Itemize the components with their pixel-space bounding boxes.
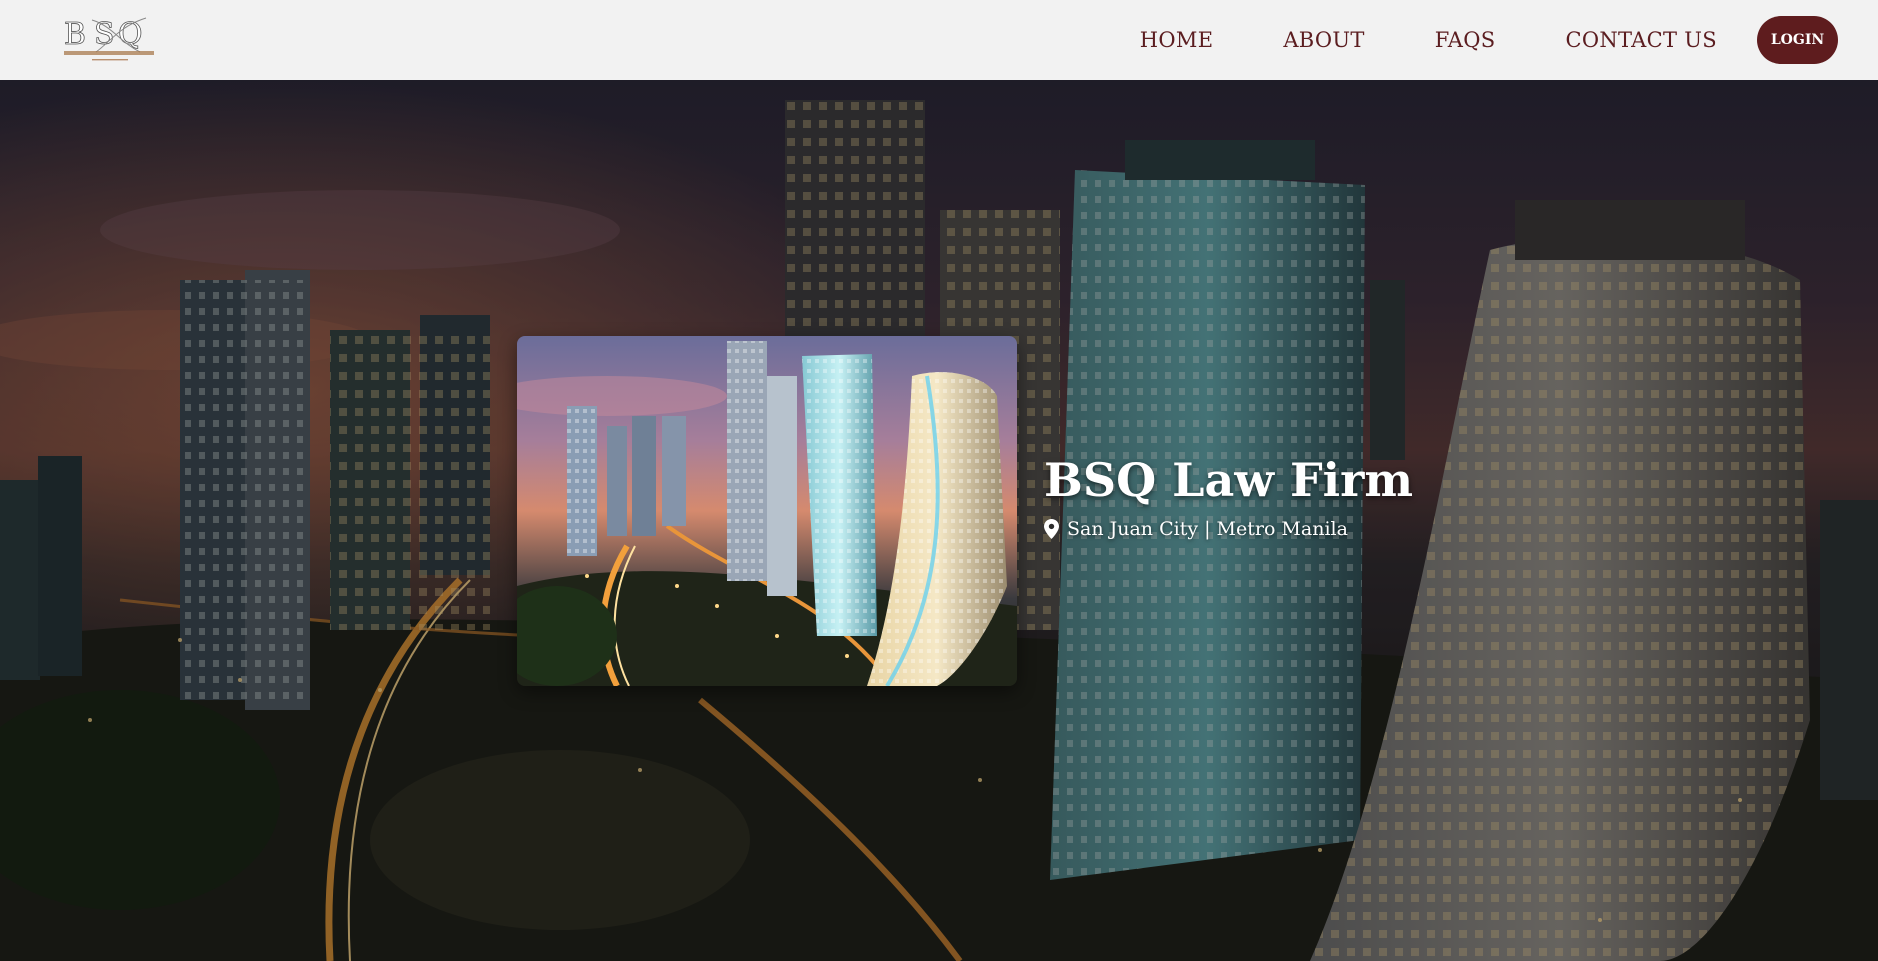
nav-faqs-link[interactable]: FAQS xyxy=(1435,28,1496,52)
firm-title: BSQ Law Firm xyxy=(1044,453,1413,507)
main-nav: HOME ABOUT FAQS CONTACT US LOGIN xyxy=(1140,0,1838,80)
hero-section: BSQ Law Firm San Juan City | Metro Manil… xyxy=(0,80,1878,961)
city-towers-photo xyxy=(517,336,1017,686)
location-text: San Juan City | Metro Manila xyxy=(1067,517,1348,540)
nav-home-link[interactable]: HOME xyxy=(1140,28,1214,52)
navbar: B S Q HOME ABOUT FAQS CONTACT US LOGIN xyxy=(0,0,1878,80)
map-pin-icon xyxy=(1044,518,1059,539)
nav-about-link[interactable]: ABOUT xyxy=(1283,28,1364,52)
nav-contact-link[interactable]: CONTACT US xyxy=(1565,28,1717,52)
location-row: San Juan City | Metro Manila xyxy=(1044,518,1413,540)
brand-logo[interactable]: B S Q xyxy=(62,12,158,64)
login-button[interactable]: LOGIN xyxy=(1757,16,1838,64)
hero-title-block: BSQ Law Firm San Juan City | Metro Manil… xyxy=(1044,455,1413,540)
logo-text-q: Q xyxy=(118,17,143,52)
hero-photo-card xyxy=(517,336,1017,686)
logo-text-b: B xyxy=(64,17,86,52)
